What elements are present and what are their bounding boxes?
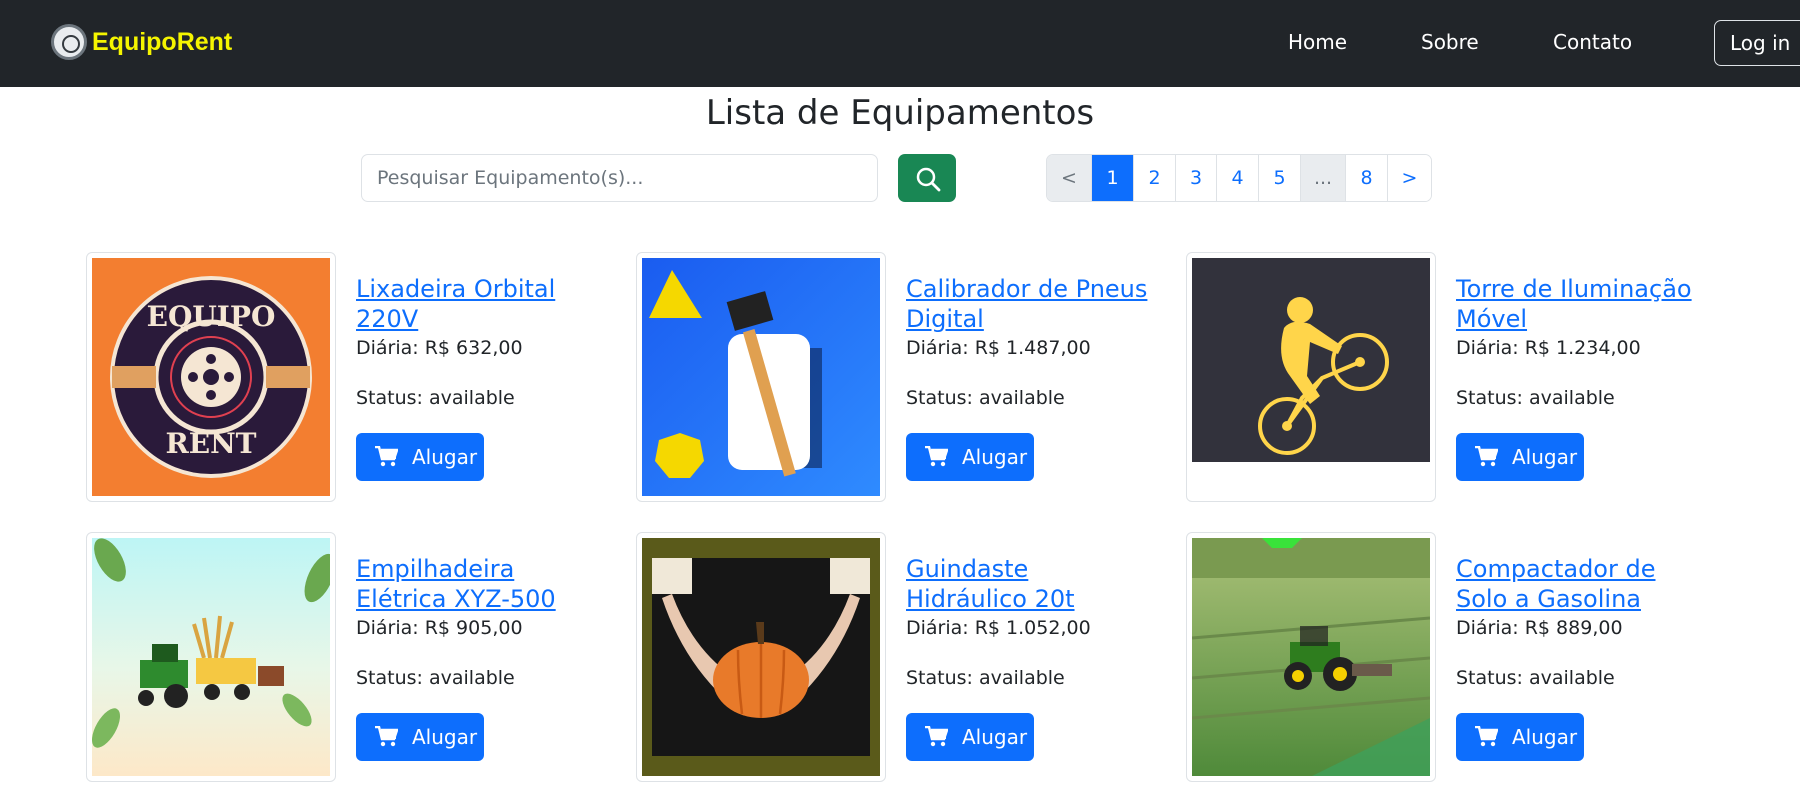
equipment-image: EQUIPO RENT: [92, 258, 330, 496]
cart-icon: [925, 726, 948, 747]
brand-logo-icon: [51, 24, 87, 60]
equipment-title-link[interactable]: Torre de Iluminação Móvel: [1456, 274, 1706, 334]
rent-button[interactable]: Alugar: [906, 433, 1034, 481]
page-title: Lista de Equipamentos: [705, 93, 1095, 133]
page-button-2[interactable]: 2: [1133, 155, 1175, 201]
page-button-3[interactable]: 3: [1175, 155, 1216, 201]
equipment-title-link[interactable]: Calibrador de Pneus Digital: [906, 274, 1156, 334]
equipment-status: Status: available: [906, 667, 1065, 689]
equipment-image: [1192, 538, 1430, 776]
cart-icon: [925, 446, 948, 467]
search-input[interactable]: [361, 154, 878, 202]
equipment-status: Status: available: [1456, 387, 1615, 409]
svg-text:EQUIPO: EQUIPO: [147, 300, 276, 333]
rent-button-label: Alugar: [962, 445, 1028, 469]
rent-button[interactable]: Alugar: [356, 433, 484, 481]
equipment-status: Status: available: [356, 667, 515, 689]
page-next-button[interactable]: >: [1387, 155, 1431, 201]
rent-button-label: Alugar: [412, 445, 478, 469]
svg-text:RENT: RENT: [165, 427, 256, 460]
rent-button[interactable]: Alugar: [1456, 433, 1584, 481]
brand-name: EquipoRent: [92, 27, 233, 56]
login-button[interactable]: Log in: [1714, 20, 1800, 66]
page-button-8[interactable]: 8: [1345, 155, 1387, 201]
equipment-image: [1192, 258, 1430, 462]
equipment-image-card: [1186, 532, 1436, 782]
rent-button[interactable]: Alugar: [906, 713, 1034, 761]
equipment-title-link[interactable]: Lixadeira Orbital 220V: [356, 274, 606, 334]
cart-icon: [375, 446, 398, 467]
equipment-title-link[interactable]: Compactador de Solo a Gasolina: [1456, 554, 1706, 614]
equipment-image-card: [636, 252, 886, 502]
equipment-title-link[interactable]: Guindaste Hidráulico 20t: [906, 554, 1156, 614]
navbar: EquipoRent Home Sobre Contato Log in: [0, 0, 1800, 87]
rent-button-label: Alugar: [962, 725, 1028, 749]
search-icon: [916, 167, 941, 192]
equipment-price: Diária: R$ 1.487,00: [906, 337, 1091, 359]
search-button[interactable]: [898, 154, 956, 202]
equipment-price: Diária: R$ 905,00: [356, 617, 523, 639]
equipment-image-card: EQUIPO RENT: [86, 252, 336, 502]
cart-icon: [1475, 446, 1498, 467]
equipment-image-card: [86, 532, 336, 782]
equipment-status: Status: available: [1456, 667, 1615, 689]
brand-link[interactable]: EquipoRent: [51, 24, 232, 60]
equipment-status: Status: available: [906, 387, 1065, 409]
rent-button-label: Alugar: [1512, 445, 1578, 469]
cart-icon: [375, 726, 398, 747]
equipment-image: [642, 538, 880, 776]
rent-button[interactable]: Alugar: [356, 713, 484, 761]
page-button-4[interactable]: 4: [1216, 155, 1258, 201]
cart-icon: [1475, 726, 1498, 747]
equipment-image: [642, 258, 880, 496]
equipment-image-card: [1186, 252, 1436, 502]
rent-button[interactable]: Alugar: [1456, 713, 1584, 761]
page-ellipsis: ...: [1300, 155, 1345, 201]
equipment-price: Diária: R$ 889,00: [1456, 617, 1623, 639]
equipment-status: Status: available: [356, 387, 515, 409]
equipment-price: Diária: R$ 632,00: [356, 337, 523, 359]
nav-link-contato[interactable]: Contato: [1553, 30, 1632, 54]
page-button-5[interactable]: 5: [1258, 155, 1300, 201]
page-prev-button[interactable]: <: [1047, 155, 1091, 201]
rent-button-label: Alugar: [412, 725, 478, 749]
equipment-price: Diária: R$ 1.234,00: [1456, 337, 1641, 359]
page-button-1[interactable]: 1: [1091, 155, 1133, 201]
equipment-price: Diária: R$ 1.052,00: [906, 617, 1091, 639]
equipment-image-card: [636, 532, 886, 782]
equipment-title-link[interactable]: Empilhadeira Elétrica XYZ-500: [356, 554, 606, 614]
pagination: < 1 2 3 4 5 ... 8 >: [1046, 154, 1432, 202]
rent-button-label: Alugar: [1512, 725, 1578, 749]
nav-link-sobre[interactable]: Sobre: [1421, 30, 1479, 54]
nav-link-home[interactable]: Home: [1288, 30, 1347, 54]
equipment-image: [92, 538, 330, 776]
